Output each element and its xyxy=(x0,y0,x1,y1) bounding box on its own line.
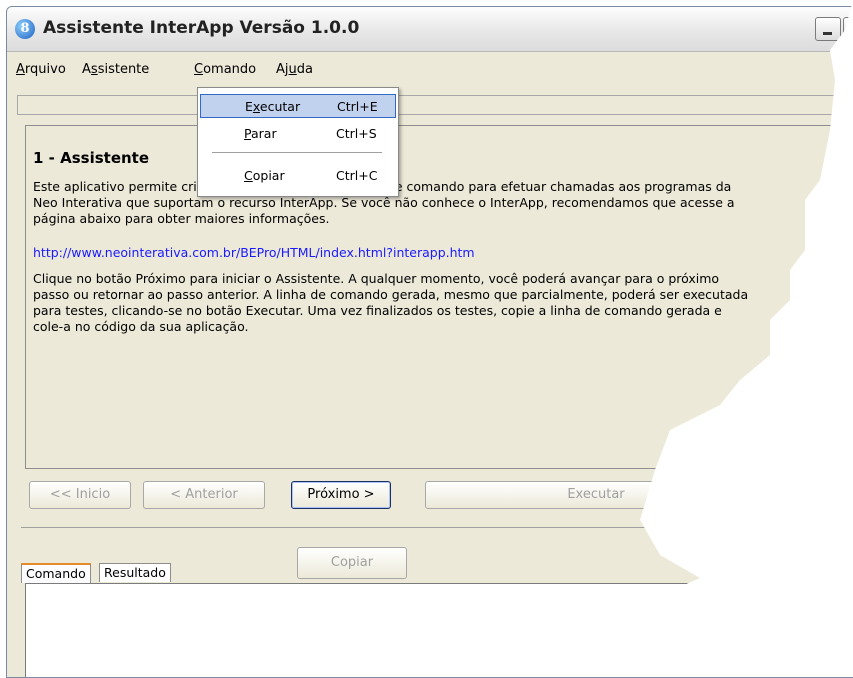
shortcut-label: Ctrl+E xyxy=(337,99,378,114)
minimize-icon xyxy=(823,32,832,35)
menu-item-parar[interactable]: Parar Ctrl+S xyxy=(200,122,394,144)
info-link[interactable]: http://www.neointerativa.com.br/BEPro/HT… xyxy=(33,245,753,261)
menu-ajuda[interactable]: Ajuda xyxy=(273,61,316,78)
copiar-button[interactable]: Copiar xyxy=(297,547,407,579)
anterior-button[interactable]: < Anterior xyxy=(143,481,265,509)
shortcut-label: Ctrl+C xyxy=(336,168,378,183)
page-title: 1 - Assistente xyxy=(33,149,150,167)
executar-button[interactable]: Executar xyxy=(425,481,767,509)
comando-dropdown-menu: Executar Ctrl+E Parar Ctrl+S Copiar Ctrl… xyxy=(197,87,399,197)
minimize-button[interactable] xyxy=(815,17,841,41)
maximize-button[interactable] xyxy=(843,17,853,41)
menu-separator xyxy=(212,152,382,153)
inicio-button[interactable]: << Inicio xyxy=(29,481,131,509)
divider xyxy=(21,527,853,528)
tab-resultado[interactable]: Resultado xyxy=(99,563,171,582)
menu-item-executar[interactable]: Executar Ctrl+E xyxy=(200,94,396,118)
app-logo-icon: 8 xyxy=(15,19,35,39)
menu-arquivo[interactable]: Arquivo xyxy=(13,61,69,78)
instructions-paragraph: Clique no botão Próximo para iniciar o A… xyxy=(33,271,749,334)
menu-comando[interactable]: Comando xyxy=(191,61,259,78)
menu-item-copiar[interactable]: Copiar Ctrl+C xyxy=(200,164,394,186)
title-bar[interactable]: 8 Assistente InterApp Versão 1.0.0 xyxy=(7,7,853,52)
tab-comando[interactable]: Comando xyxy=(21,563,91,583)
window-title: Assistente InterApp Versão 1.0.0 xyxy=(43,18,360,38)
proximo-button[interactable]: Próximo > xyxy=(291,481,391,509)
app-window: 8 Assistente InterApp Versão 1.0.0 Arqui… xyxy=(6,6,853,678)
shortcut-label: Ctrl+S xyxy=(336,126,377,141)
menu-bar: Arquivo Assistente Comando Ajuda xyxy=(7,59,853,79)
toolbar-strip xyxy=(17,95,853,115)
menu-assistente[interactable]: Assistente xyxy=(79,61,152,78)
